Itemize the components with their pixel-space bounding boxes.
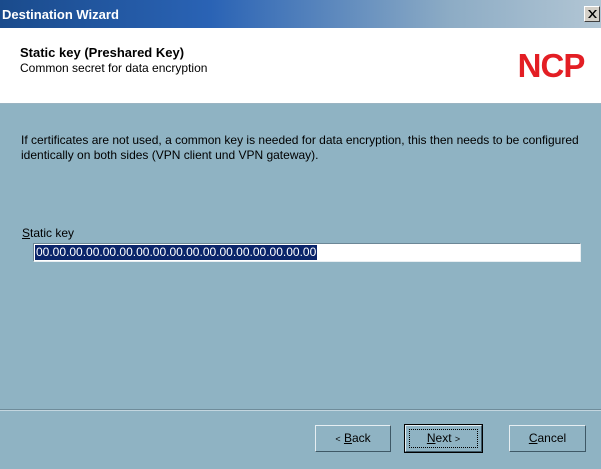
cancel-button[interactable]: Cancel (509, 425, 586, 452)
logo-text: NCP (518, 48, 585, 82)
page-title: Static key (Preshared Key) (20, 45, 185, 60)
description-text: If certificates are not used, a common k… (21, 133, 579, 162)
static-key-label: Static key (22, 226, 74, 240)
button-separator (0, 409, 601, 411)
window-title: Destination Wizard (2, 7, 119, 22)
page-subtitle: Common secret for data encryption (20, 61, 208, 75)
back-button[interactable]: < Back (315, 425, 391, 452)
static-key-label-text: tatic key (30, 226, 75, 240)
cancel-label: ancel (537, 431, 567, 445)
title-bar[interactable]: Destination Wizard (0, 0, 601, 28)
ncp-logo: NCP (518, 48, 586, 82)
destination-wizard-window: Destination Wizard Static key (Preshared… (0, 0, 601, 469)
static-key-mnemonic: S (22, 226, 31, 240)
wizard-header: Static key (Preshared Key) Common secret… (0, 28, 601, 104)
close-icon (588, 10, 597, 18)
back-mnemonic: B (343, 431, 352, 445)
next-button[interactable]: Next > (404, 424, 483, 453)
static-key-value: 00.00.00.00.00.00.00.00.00.00.00.00.00.0… (35, 245, 318, 260)
close-button[interactable] (584, 6, 600, 22)
static-key-input[interactable]: 00.00.00.00.00.00.00.00.00.00.00.00.00.0… (33, 243, 581, 262)
back-label: ack (351, 431, 371, 445)
back-arrow-icon: < (335, 434, 341, 444)
focus-rectangle (409, 429, 478, 448)
